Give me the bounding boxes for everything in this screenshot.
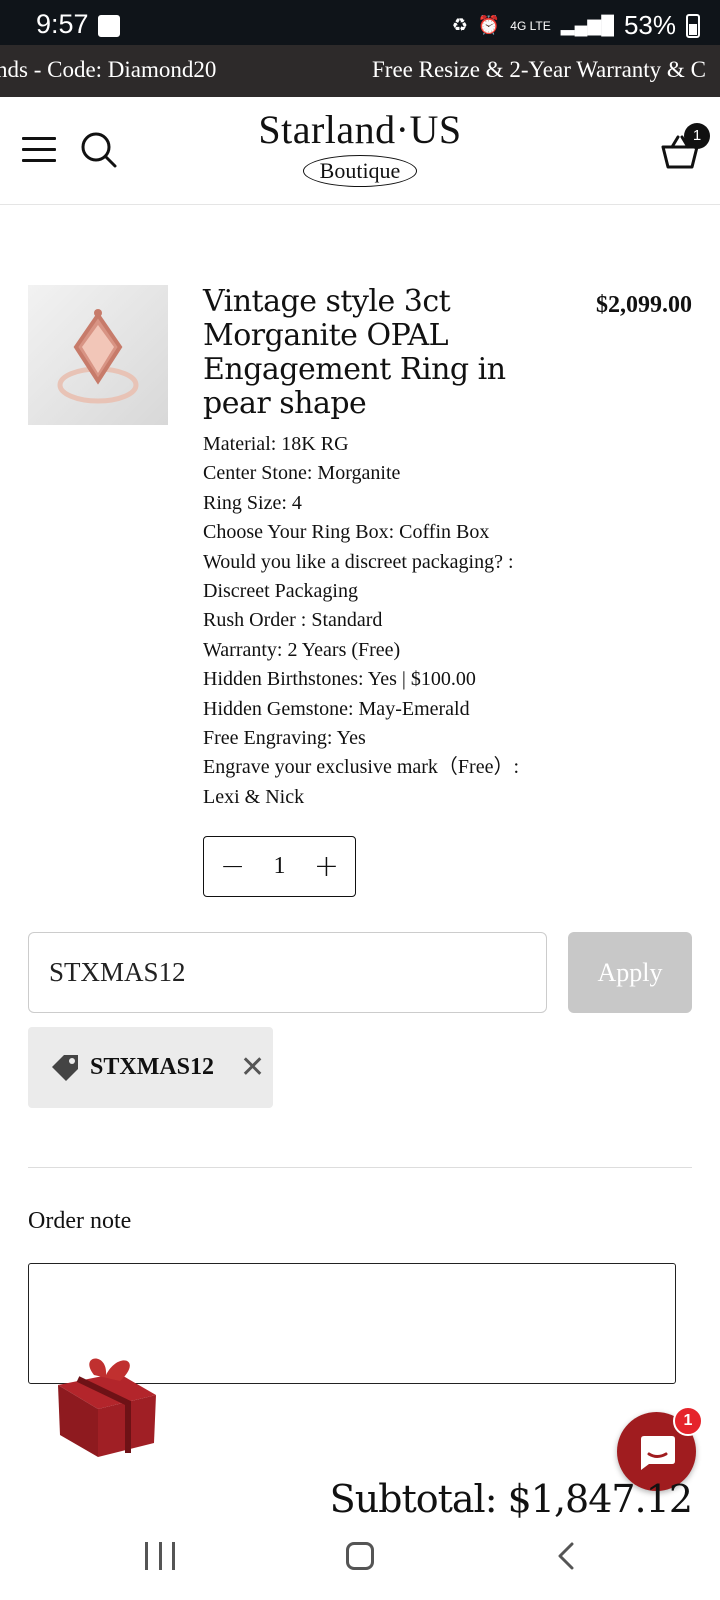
option-line: Discreet Packaging	[203, 580, 358, 603]
remove-discount-close-icon[interactable]: ✕	[240, 1050, 265, 1085]
battery-percent: 53%	[623, 10, 676, 40]
product-options: Material: 18K RG Center Stone: Morganite…	[203, 430, 563, 812]
search-icon[interactable]	[80, 131, 118, 169]
option-line: Hidden Gemstone: May-Emerald	[203, 697, 470, 720]
product-price: $2,099.00	[596, 292, 692, 318]
subtotal-text: Subtotal: $1,847.12	[329, 1477, 693, 1521]
home-icon[interactable]	[346, 1542, 374, 1570]
option-line: Engrave your exclusive mark（Free）:	[203, 756, 520, 779]
option-line: Warranty: 2 Years (Free)	[203, 638, 401, 661]
store-logo[interactable]: Starland·US Boutique	[250, 107, 470, 187]
gallery-notification-icon	[98, 15, 120, 37]
battery-icon	[686, 13, 700, 38]
option-line: Center Stone: Morganite	[203, 462, 401, 485]
logo-sub-text: Boutique	[302, 155, 418, 187]
promo-banner[interactable]: nds - Code: Diamond20 Free Resize & 2-Ye…	[0, 45, 720, 97]
option-line: Would you like a discreet packaging? :	[203, 550, 514, 573]
tag-icon	[52, 1054, 78, 1081]
promo-text-left: nds - Code: Diamond20	[0, 57, 217, 82]
option-line: Free Engraving: Yes	[203, 727, 366, 750]
recent-apps-icon[interactable]	[145, 1542, 175, 1570]
decrease-quantity-button[interactable]: −	[220, 851, 245, 882]
promo-text-right: Free Resize & 2-Year Warranty & C	[372, 57, 706, 82]
recycle-icon: ♻	[451, 15, 468, 35]
increase-quantity-button[interactable]: +	[314, 851, 339, 882]
discount-code-input[interactable]: STXMAS12	[28, 932, 547, 1013]
site-header: Starland·US Boutique 1	[0, 97, 720, 205]
gift-box-icon[interactable]	[48, 1345, 160, 1463]
quantity-stepper: − 1 +	[203, 836, 356, 897]
status-indicators: ♻ ⏰ 4G LTE ▂▄▆█ 53%	[452, 10, 700, 41]
product-image[interactable]	[28, 285, 168, 425]
option-line: Ring Size: 4	[203, 491, 302, 514]
menu-icon[interactable]	[22, 137, 56, 163]
product-title[interactable]: Vintage style 3ct Morganite OPAL Engagem…	[203, 285, 563, 421]
quantity-value[interactable]: 1	[274, 853, 286, 880]
status-time: 9:57	[36, 9, 89, 39]
ring-image	[57, 309, 139, 404]
order-note-label: Order note	[28, 1208, 132, 1234]
option-line: Rush Order : Standard	[203, 609, 383, 632]
alarm-icon: ⏰	[477, 15, 501, 35]
apply-discount-button[interactable]: Apply	[568, 932, 692, 1013]
applied-discount-chip: STXMAS12 ✕	[28, 1027, 273, 1108]
back-icon[interactable]	[556, 1542, 576, 1570]
applied-discount-code: STXMAS12	[90, 1054, 215, 1080]
network-icon: 4G LTE	[510, 18, 551, 33]
option-line: Material: 18K RG	[203, 433, 349, 455]
option-line: Lexi & Nick	[203, 785, 305, 808]
option-line: Hidden Birthstones: Yes | $100.00	[203, 668, 476, 691]
option-line: Choose Your Ring Box: Coffin Box	[203, 521, 490, 544]
system-nav-bar	[0, 1530, 720, 1600]
cart-count-badge: 1	[684, 123, 710, 149]
signal-icon: ▂▄▆█	[560, 15, 614, 35]
chat-unread-badge: 1	[673, 1406, 703, 1436]
divider	[28, 1167, 692, 1168]
logo-main-text: Starland·US	[258, 107, 462, 152]
